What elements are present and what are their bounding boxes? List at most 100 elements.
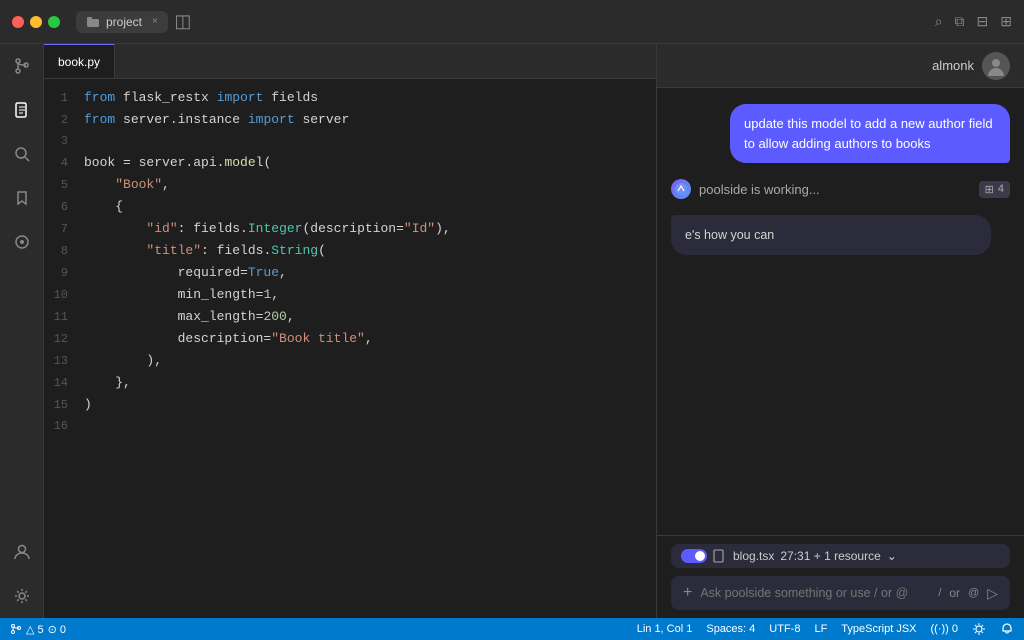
- titlebar: project × ◫ ⌕ ⧉ ⊟ ⊞: [0, 0, 1024, 44]
- chat-header: almonk: [657, 44, 1024, 88]
- code-line-10: 10 min_length=1,: [44, 284, 656, 306]
- code-content-12: description="Book title",: [84, 328, 373, 349]
- send-button[interactable]: ▷: [987, 585, 998, 602]
- code-line-12: 12 description="Book title",: [44, 328, 656, 350]
- folder-icon: [86, 15, 100, 29]
- poolside-logo: [671, 179, 691, 199]
- user-message-bubble: update this model to add a new author fi…: [730, 104, 1010, 163]
- close-button[interactable]: [12, 16, 24, 28]
- activity-user-icon[interactable]: [8, 538, 36, 566]
- chat-username: almonk: [932, 58, 974, 73]
- working-text: poolside is working...: [699, 182, 820, 197]
- code-content-11: max_length=200,: [84, 306, 295, 327]
- line-num-1: 1: [44, 88, 84, 109]
- split-horizontal-button[interactable]: ⧉: [955, 13, 965, 30]
- activity-bookmark-icon[interactable]: [8, 184, 36, 212]
- code-line-5: 5 "Book",: [44, 174, 656, 196]
- code-content-7: "id": fields.Integer(description="Id"),: [84, 218, 451, 239]
- code-line-8: 8 "title": fields.String(: [44, 240, 656, 262]
- main-area: book.py 1 from flask_restx import fields…: [0, 44, 1024, 618]
- statusbar-branch[interactable]: △ 5 ⊙ 0: [10, 623, 66, 636]
- line-num-9: 9: [44, 263, 84, 284]
- context-bar[interactable]: blog.tsx 27:31 + 1 resource ⌄: [671, 544, 1010, 568]
- attach-button[interactable]: +: [683, 584, 692, 602]
- statusbar-position[interactable]: Lin 1, Col 1: [637, 623, 693, 635]
- layout-button[interactable]: ⊞: [1000, 13, 1012, 30]
- editor-tab-bookpy[interactable]: book.py: [44, 44, 115, 78]
- working-bar: poolside is working... ⊞ 4: [671, 175, 1010, 203]
- code-content-9: required=True,: [84, 262, 287, 283]
- search-button[interactable]: ⌕: [935, 13, 943, 30]
- line-num-5: 5: [44, 175, 84, 196]
- code-line-11: 11 max_length=200,: [44, 306, 656, 328]
- statusbar-audio[interactable]: ((·)) 0: [931, 623, 959, 635]
- statusbar-spaces[interactable]: Spaces: 4: [706, 623, 755, 635]
- traffic-lights: [12, 16, 60, 28]
- statusbar-encoding[interactable]: UTF-8: [769, 623, 800, 635]
- statusbar-errors: △ 5: [26, 623, 44, 636]
- bookmark-icon: [13, 189, 31, 207]
- code-line-2: 2 from server.instance import server: [44, 109, 656, 131]
- statusbar-line-ending[interactable]: LF: [814, 623, 827, 635]
- maximize-button[interactable]: [48, 16, 60, 28]
- statusbar-settings-icon[interactable]: [972, 622, 986, 636]
- assistant-message-partial: e's how you can: [671, 215, 991, 255]
- project-tab-label: project: [106, 15, 142, 29]
- activity-file-icon[interactable]: [8, 96, 36, 124]
- assistant-text-1: e's how you can: [685, 228, 774, 242]
- input-at[interactable]: @: [968, 587, 979, 599]
- code-content-13: ),: [84, 350, 162, 371]
- statusbar-info: ⊙ 0: [48, 623, 66, 636]
- activity-bottom: [8, 538, 36, 610]
- chat-bottom: blog.tsx 27:31 + 1 resource ⌄ + / or @ ▷: [657, 535, 1024, 618]
- line-num-11: 11: [44, 307, 84, 328]
- working-badge-count: 4: [998, 183, 1004, 195]
- chat-panel: almonk update this model to add a new au…: [656, 44, 1024, 618]
- activity-git-icon[interactable]: [8, 52, 36, 80]
- input-or: or: [949, 586, 960, 600]
- code-line-13: 13 ),: [44, 350, 656, 372]
- context-file-icon: [713, 549, 727, 563]
- new-tab-button[interactable]: ◫: [172, 11, 194, 33]
- code-line-4: 4 book = server.api.model(: [44, 152, 656, 174]
- statusbar-right: Lin 1, Col 1 Spaces: 4 UTF-8 LF TypeScri…: [637, 622, 1014, 636]
- line-num-8: 8: [44, 241, 84, 262]
- line-num-2: 2: [44, 110, 84, 131]
- statusbar-bell-icon[interactable]: [1000, 622, 1014, 636]
- activity-settings-icon[interactable]: [8, 582, 36, 610]
- project-tab[interactable]: project ×: [76, 11, 168, 33]
- activity-bar: [0, 44, 44, 618]
- titlebar-actions: ⌕ ⧉ ⊟ ⊞: [935, 13, 1012, 30]
- minimize-button[interactable]: [30, 16, 42, 28]
- context-toggle-mini[interactable]: [681, 549, 707, 563]
- context-location: 27:31 + 1 resource: [780, 549, 880, 563]
- line-num-12: 12: [44, 329, 84, 350]
- code-line-14: 14 },: [44, 372, 656, 394]
- working-badge: ⊞ 4: [979, 181, 1010, 198]
- activity-extension-icon[interactable]: [8, 228, 36, 256]
- line-num-14: 14: [44, 373, 84, 394]
- code-line-3: 3: [44, 131, 656, 152]
- git-branch-icon: [10, 623, 22, 635]
- code-area[interactable]: 1 from flask_restx import fields 2 from …: [44, 79, 656, 618]
- statusbar-language[interactable]: TypeScript JSX: [841, 623, 916, 635]
- statusbar: △ 5 ⊙ 0 Lin 1, Col 1 Spaces: 4 UTF-8 LF …: [0, 618, 1024, 640]
- line-num-6: 6: [44, 197, 84, 218]
- code-line-9: 9 required=True,: [44, 262, 656, 284]
- tab-close-button[interactable]: ×: [152, 16, 158, 27]
- code-line-1: 1 from flask_restx import fields: [44, 87, 656, 109]
- code-content-6: {: [84, 196, 123, 217]
- code-content-15: ): [84, 394, 92, 415]
- code-content-2: from server.instance import server: [84, 109, 349, 130]
- input-slash[interactable]: /: [938, 587, 941, 599]
- extension-icon: [13, 233, 31, 251]
- code-line-15: 15 ): [44, 394, 656, 416]
- split-vertical-button[interactable]: ⊟: [977, 13, 989, 30]
- chat-messages: update this model to add a new author fi…: [657, 88, 1024, 535]
- code-content-10: min_length=1,: [84, 284, 279, 305]
- line-num-7: 7: [44, 219, 84, 240]
- line-num-4: 4: [44, 153, 84, 174]
- activity-search-icon[interactable]: [8, 140, 36, 168]
- chat-input[interactable]: [700, 586, 930, 600]
- line-num-16: 16: [44, 416, 84, 437]
